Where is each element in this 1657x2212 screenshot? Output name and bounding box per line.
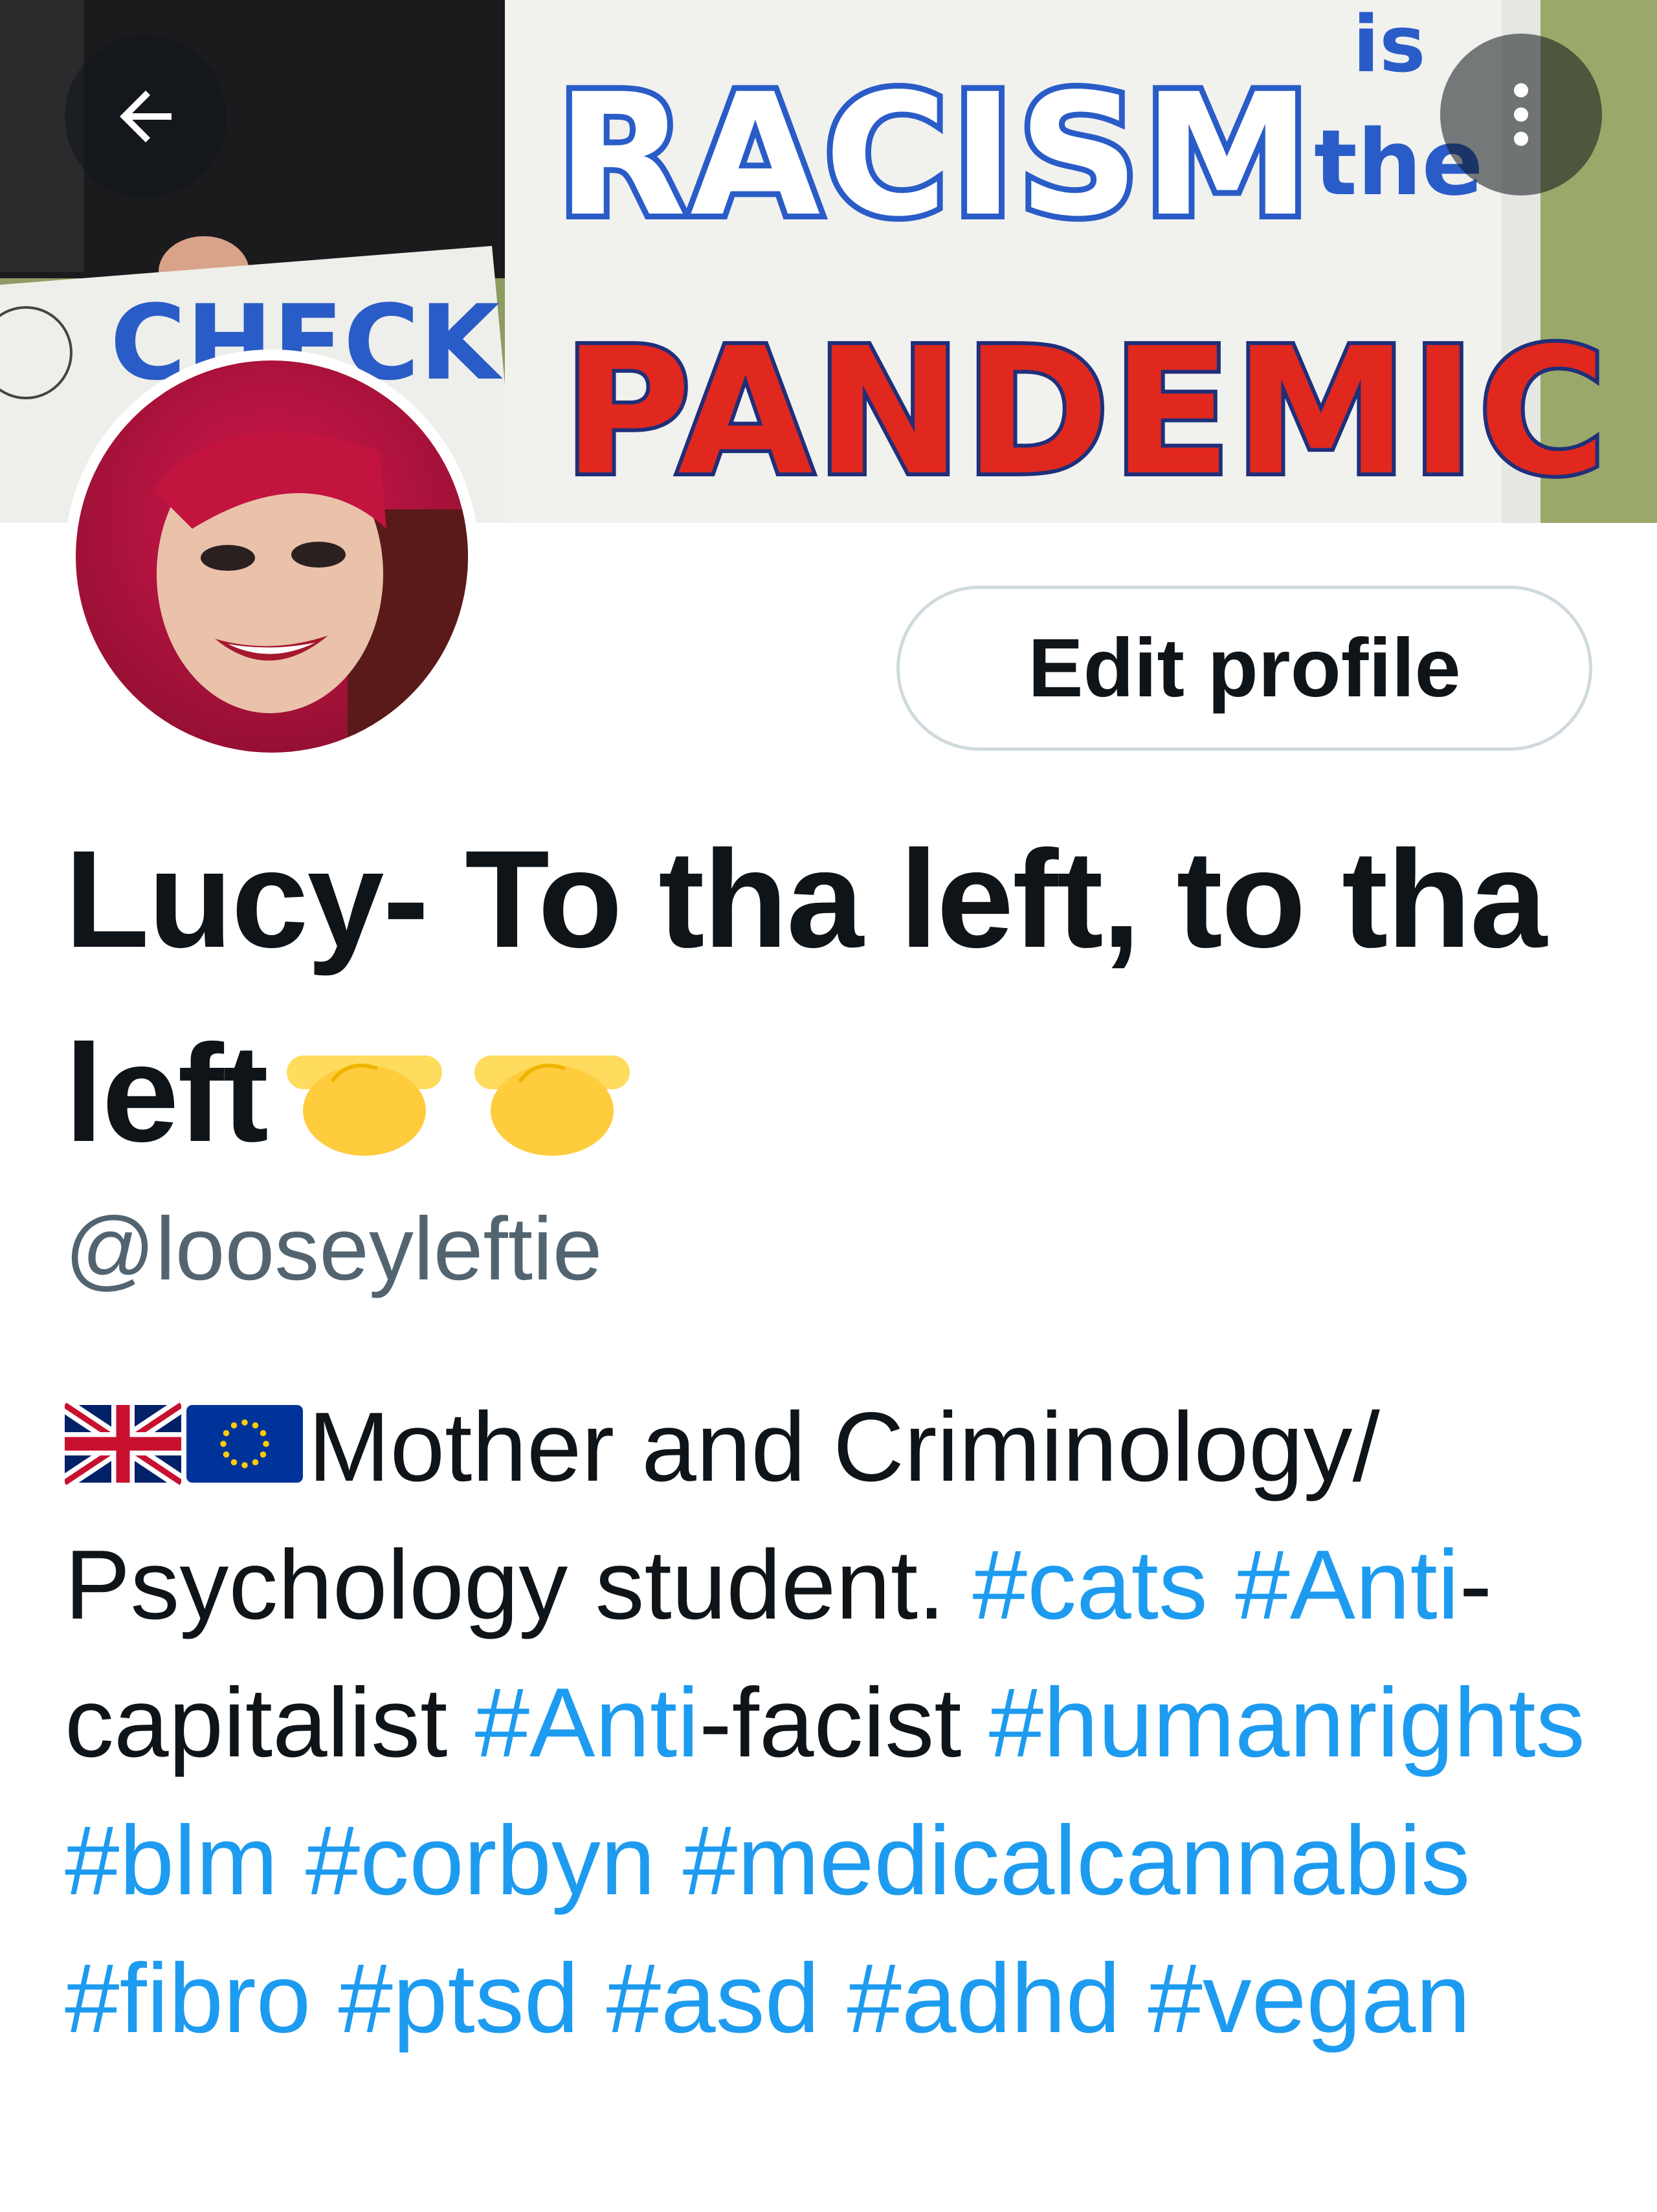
name-emoji-group: [287, 1030, 649, 1159]
hashtag-link[interactable]: #Anti: [475, 1668, 699, 1778]
edit-profile-button[interactable]: Edit profile: [896, 586, 1592, 751]
svg-text:PANDEMIC: PANDEMIC: [563, 310, 1609, 514]
more-options-button[interactable]: [1440, 34, 1602, 195]
avatar-photo: [76, 360, 468, 753]
profile-handle: @looseyleftie: [65, 1199, 603, 1299]
bio-text: -facist: [699, 1668, 962, 1778]
svg-text:RACISM: RACISM: [557, 58, 1315, 254]
hashtag-link[interactable]: #Anti: [1235, 1530, 1459, 1640]
hashtag-link[interactable]: #cats: [973, 1530, 1208, 1640]
display-name: Lucy- To tha left, to tha left: [65, 802, 1592, 1191]
hashtag-link[interactable]: #humanrights: [989, 1668, 1585, 1778]
eu-flag-icon: [186, 1405, 303, 1483]
profile-avatar[interactable]: [65, 349, 479, 764]
hashtag-link[interactable]: #fibro: [65, 1943, 311, 2053]
hashtag-link[interactable]: #adhd: [847, 1943, 1120, 2053]
hashtag-link[interactable]: #medicalcannabis: [683, 1806, 1471, 1916]
pointing-right-emoji-icon: [474, 1056, 630, 1156]
hashtag-link[interactable]: #corbyn: [306, 1806, 656, 1916]
more-vertical-icon: [1514, 83, 1528, 146]
hashtag-link[interactable]: #asd: [606, 1943, 820, 2053]
pointing-right-emoji-icon: [287, 1056, 442, 1156]
uk-flag-icon: [65, 1402, 181, 1486]
svg-text:is: is: [1353, 0, 1426, 90]
hashtag-link[interactable]: #vegan: [1148, 1943, 1471, 2053]
arrow-left-icon: [120, 91, 172, 142]
back-button[interactable]: [65, 36, 227, 197]
hashtag-link[interactable]: #blm: [65, 1806, 278, 1916]
hashtag-link[interactable]: #ptsd: [338, 1943, 579, 2053]
profile-bio: Mother and Criminology/ Psychology stude…: [65, 1378, 1618, 2068]
